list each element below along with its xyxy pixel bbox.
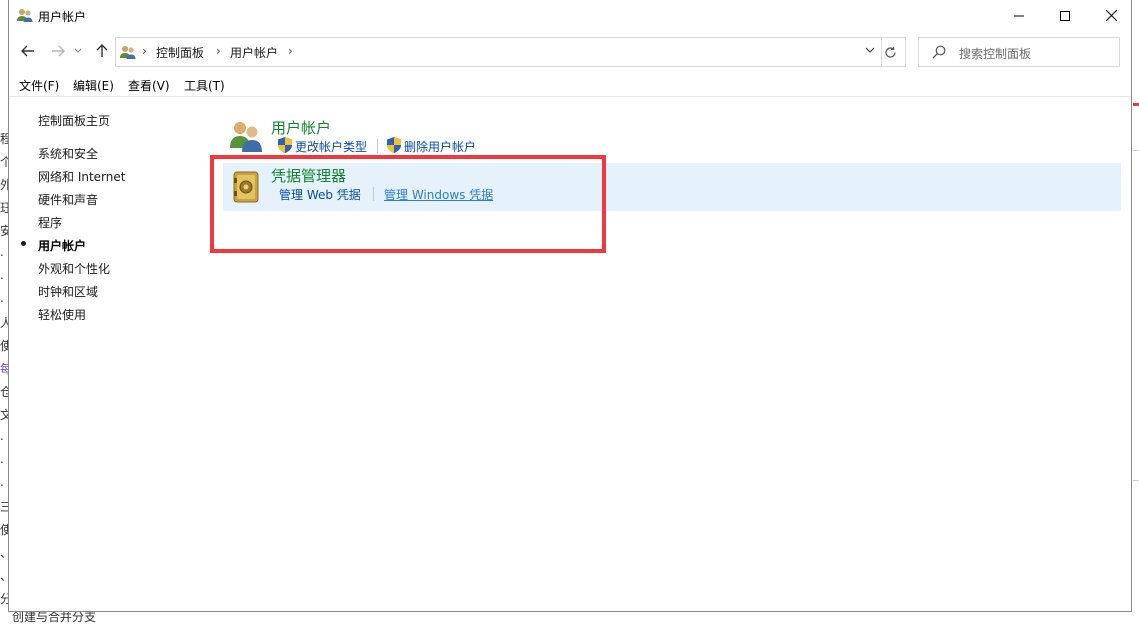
change-account-type-link[interactable]: 更改帐户类型	[295, 138, 367, 155]
up-button[interactable]	[91, 39, 113, 63]
close-icon	[1105, 10, 1117, 21]
sidebar-item-control-panel-home[interactable]: 控制面板主页	[38, 112, 110, 129]
active-indicator-dot	[21, 241, 26, 246]
forward-button[interactable]	[47, 39, 69, 63]
navigation-bar: › 控制面板 › 用户帐户 › 搜索控制面板	[9, 35, 1131, 67]
maximize-button[interactable]	[1042, 0, 1088, 31]
back-button[interactable]	[17, 39, 39, 63]
menu-edit[interactable]: 编辑(E)	[73, 77, 114, 94]
chevron-down-icon	[74, 48, 82, 53]
background-text: 珏	[0, 201, 8, 215]
arrow-left-icon	[21, 45, 34, 57]
background-text: 人	[0, 316, 8, 330]
background-accent	[1133, 103, 1139, 106]
sidebar-item-programs[interactable]: 程序	[38, 214, 62, 231]
background-text: 安	[0, 224, 8, 238]
background-text: 程	[0, 132, 8, 146]
background-text: 三	[0, 500, 8, 514]
sidebar: 控制面板主页 系统和安全 网络和 Internet 硬件和声音 程序 用户帐户 …	[9, 97, 199, 612]
minimize-button[interactable]	[996, 0, 1042, 31]
background-page-edge: 程 个 外 珏 安 . . . 人 使 每 仓 文 . . . 三 使 、 、 …	[0, 0, 8, 620]
users-icon[interactable]	[228, 118, 264, 154]
sidebar-item-hardware-sound[interactable]: 硬件和声音	[38, 191, 98, 208]
breadcrumb-separator[interactable]: ›	[142, 44, 147, 58]
sidebar-item-network-internet[interactable]: 网络和 Internet	[38, 168, 125, 185]
background-text: 使	[0, 523, 8, 537]
breadcrumb-separator[interactable]: ›	[216, 44, 221, 58]
recent-locations-button[interactable]	[71, 39, 85, 63]
users-icon	[120, 46, 136, 59]
background-text: .	[0, 429, 4, 443]
close-button[interactable]	[1088, 0, 1134, 31]
refresh-button[interactable]	[875, 37, 906, 67]
background-text: 分	[0, 592, 8, 606]
menu-tools[interactable]: 工具(T)	[184, 77, 225, 94]
menu-view[interactable]: 查看(V)	[128, 77, 170, 94]
uac-shield-icon	[387, 137, 401, 153]
refresh-icon	[884, 46, 896, 58]
sidebar-item-system-security[interactable]: 系统和安全	[38, 145, 98, 162]
highlight-annotation	[210, 155, 606, 253]
breadcrumb-control-panel[interactable]: 控制面板	[156, 44, 204, 61]
background-text: .	[0, 268, 4, 282]
background-text: .	[0, 245, 4, 259]
background-divider	[1133, 480, 1139, 481]
title-bar[interactable]: 用户帐户	[9, 0, 1131, 31]
sidebar-item-user-accounts[interactable]: 用户帐户	[38, 237, 86, 254]
breadcrumb-separator[interactable]: ›	[288, 44, 293, 58]
background-text: 个	[0, 155, 8, 169]
background-divider	[1133, 150, 1139, 151]
user-accounts-section: 用户帐户 更改帐户类型 删除用户帐户	[223, 114, 1121, 160]
minimize-icon	[1014, 15, 1024, 16]
background-text: .	[0, 475, 4, 489]
address-bar[interactable]: › 控制面板 › 用户帐户 ›	[115, 37, 882, 67]
breadcrumb-user-accounts[interactable]: 用户帐户	[230, 44, 278, 61]
sidebar-item-appearance[interactable]: 外观和个性化	[38, 260, 110, 277]
uac-shield-icon	[278, 137, 292, 153]
arrow-right-icon	[52, 45, 65, 57]
user-accounts-title[interactable]: 用户帐户	[271, 117, 331, 138]
background-text: 文	[0, 408, 8, 422]
chevron-down-icon	[865, 47, 875, 53]
background-text: 、	[0, 567, 8, 584]
link-separator	[377, 139, 378, 153]
search-input[interactable]: 搜索控制面板	[918, 37, 1120, 67]
search-placeholder: 搜索控制面板	[959, 47, 1032, 61]
search-icon	[932, 45, 946, 59]
background-text: 外	[0, 178, 8, 192]
users-icon	[17, 9, 33, 22]
background-text: 每	[0, 362, 8, 376]
background-text: 使	[0, 339, 8, 353]
delete-user-account-link[interactable]: 删除用户帐户	[404, 138, 476, 155]
control-panel-window: 用户帐户 › 控制面板 › 用户帐户 › 搜索控制面板 文件(F) 编辑(E) …	[8, 0, 1132, 612]
background-text: 仓	[0, 385, 8, 399]
maximize-icon	[1060, 10, 1070, 21]
window-title: 用户帐户	[38, 10, 87, 24]
sidebar-item-ease-of-access[interactable]: 轻松使用	[38, 306, 86, 323]
address-dropdown-button[interactable]	[865, 44, 875, 57]
arrow-up-icon	[96, 44, 108, 57]
background-text: 、	[0, 544, 8, 561]
background-text: .	[0, 452, 4, 466]
menu-file[interactable]: 文件(F)	[19, 77, 59, 94]
background-text: .	[0, 291, 4, 305]
sidebar-item-clock-region[interactable]: 时钟和区域	[38, 283, 98, 300]
menu-bar: 文件(F) 编辑(E) 查看(V) 工具(T)	[9, 74, 1131, 96]
